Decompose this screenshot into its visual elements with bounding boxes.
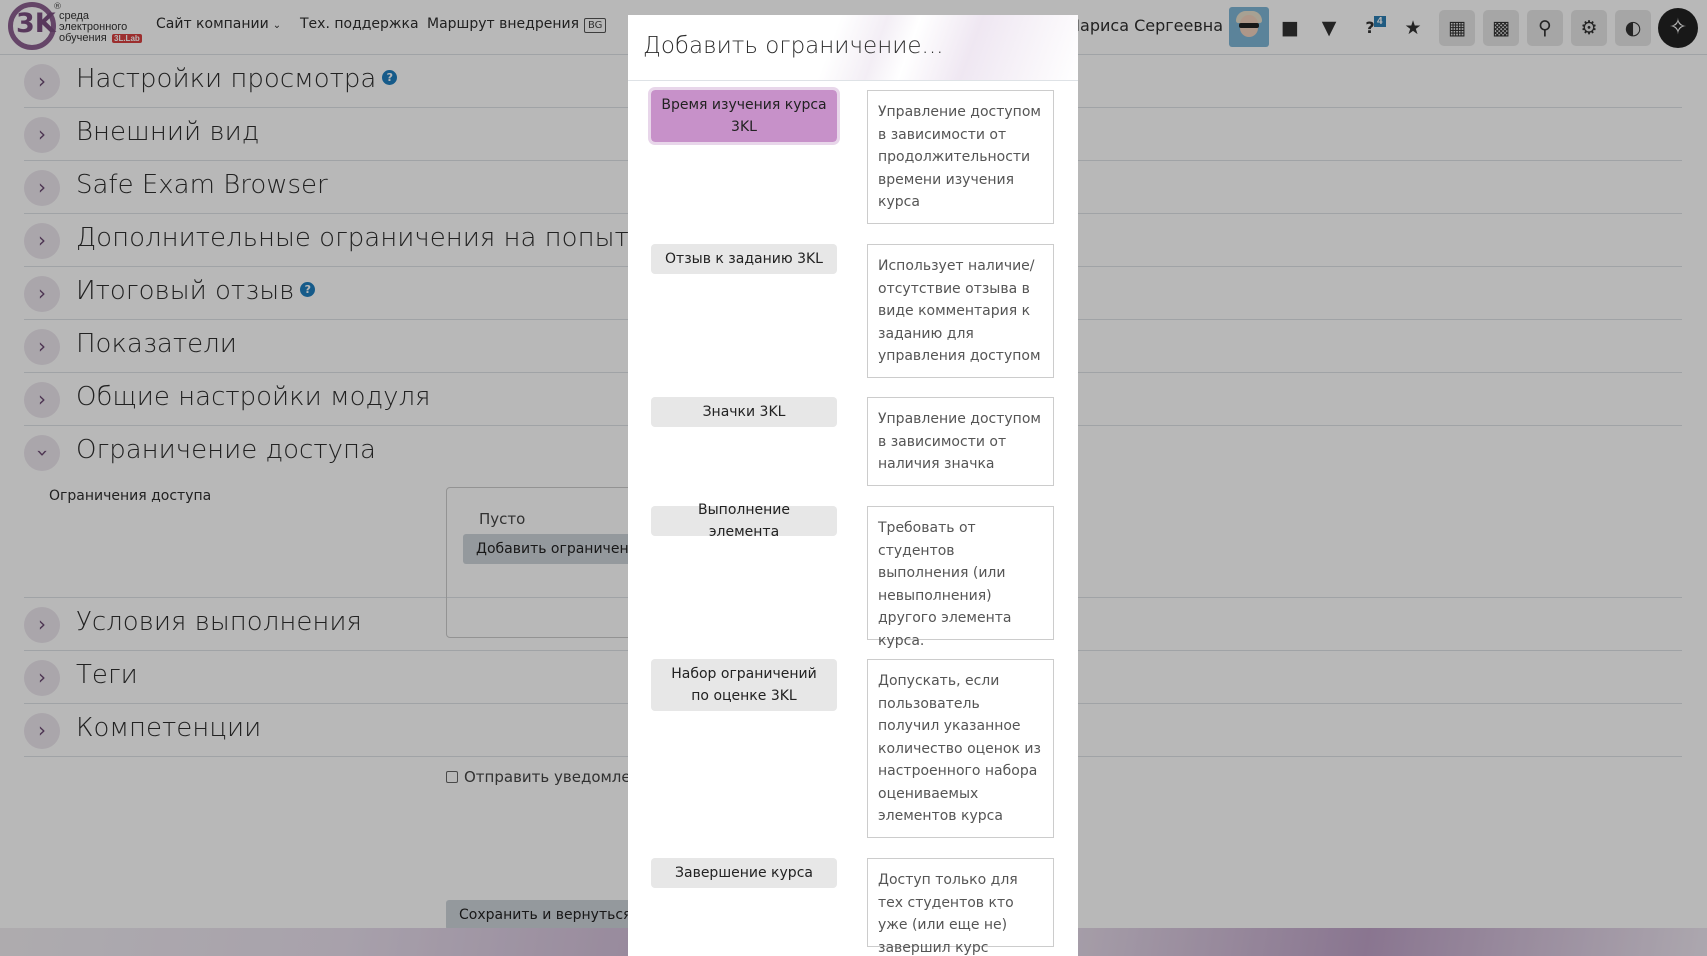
dialog-title: Добавить ограничение... [643, 33, 944, 59]
option-course-completion-description: Доступ только для тех студентов кто уже … [867, 858, 1054, 956]
dialog-header: Добавить ограничение... [628, 15, 1078, 81]
option-badges-description: Управление доступом в зависимости от нал… [867, 397, 1054, 486]
option-course-completion-button[interactable]: Завершение курса [651, 858, 837, 888]
option-assignment-feedback-button[interactable]: Отзыв к заданию 3KL [651, 244, 837, 274]
option-activity-completion-description: Требовать от студентов выполнения (или н… [867, 506, 1054, 649]
option-activity-completion-button[interactable]: Выполнение элемента [651, 502, 837, 540]
option-grade-set-description: Допускать, если пользователь получил ука… [867, 659, 1054, 838]
option-grade-set-button[interactable]: Набор ограничений по оценке 3KL [651, 659, 837, 711]
option-course-study-time-description: Управление доступом в зависимости от про… [867, 90, 1054, 224]
option-course-study-time-button[interactable]: Время изучения курса 3KL [648, 87, 840, 145]
add-restriction-dialog: Добавить ограничение... Время изучения к… [628, 15, 1078, 956]
option-assignment-feedback-description: Использует наличие/отсутствие отзыва в в… [867, 244, 1054, 378]
option-badges-button[interactable]: Значки 3KL [651, 397, 837, 427]
